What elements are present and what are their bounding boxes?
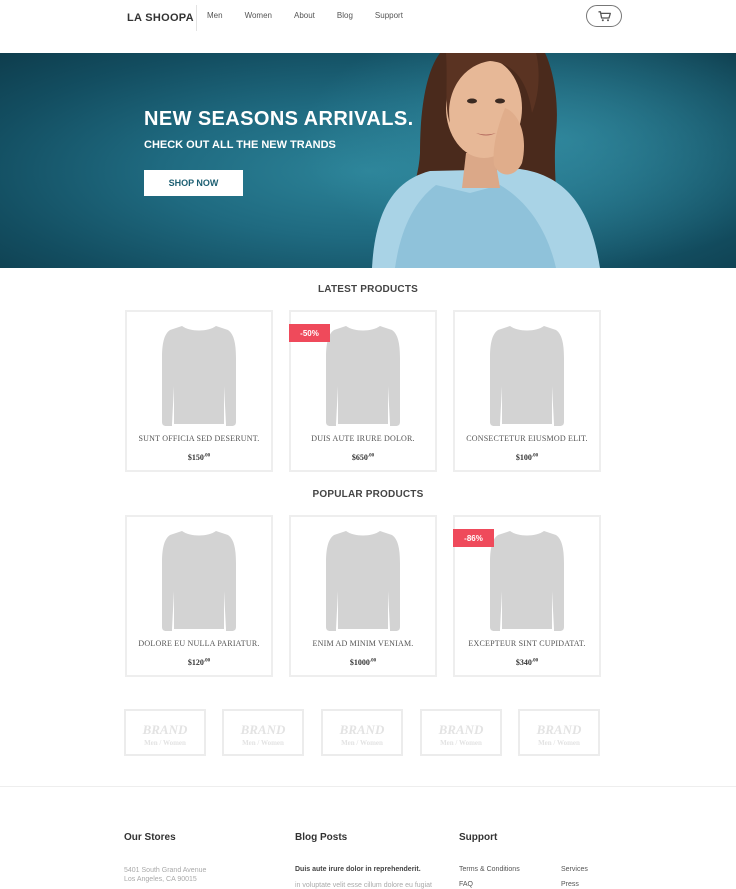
brand-tagline: Men / Women	[242, 739, 284, 747]
product-name: ENIM AD MINIM VENIAM.	[312, 639, 414, 648]
brand-logo[interactable]: BRAND Men / Women	[222, 709, 304, 756]
shirt-icon	[326, 326, 400, 426]
hero-model-image	[300, 53, 736, 268]
store-address-line2: Los Angeles, CA 90015	[124, 876, 197, 883]
product-price: $100.00	[515, 453, 539, 462]
product-price: $340.00	[515, 658, 539, 667]
logo-divider	[196, 5, 197, 31]
brand-tagline: Men / Women	[538, 739, 580, 747]
product-card[interactable]: -50% DUIS AUTE IRURE DOLOR. $650.00	[289, 310, 437, 472]
product-price: $650.00	[351, 453, 375, 462]
store-address-line1: 5401 South Grand Avenue	[124, 867, 207, 874]
brand-name: BRAND	[536, 722, 582, 737]
shop-now-button[interactable]: SHOP NOW	[144, 170, 243, 196]
product-name: DOLORE EU NULLA PARIATUR.	[138, 639, 260, 648]
support-link-press[interactable]: Press	[561, 881, 579, 888]
store-address: 5401 South Grand Avenue Los Angeles, CA …	[124, 866, 206, 884]
brand-logo[interactable]: BRAND Men / Women	[518, 709, 600, 756]
popular-products-title: POPULAR PRODUCTS	[312, 489, 424, 500]
footer-blog-title: Blog Posts	[295, 832, 348, 843]
blog-post-excerpt: in voluptate velit esse cillum dolore eu…	[295, 882, 432, 889]
product-card[interactable]: SUNT OFFICIA SED DESERUNT. $150.00	[125, 310, 273, 472]
cart-icon	[598, 10, 611, 21]
main-nav: Men Women About Blog Support	[207, 11, 425, 20]
site-logo[interactable]: LA SHOOPA	[127, 12, 194, 24]
product-name: CONSECTETUR EIUSMOD ELIT.	[466, 434, 588, 443]
brand-name: BRAND	[438, 722, 484, 737]
footer-stores-title: Our Stores	[124, 832, 176, 843]
footer-divider	[0, 786, 736, 787]
discount-badge: -86%	[453, 529, 494, 547]
brand-name: BRAND	[240, 722, 286, 737]
brand-logo[interactable]: BRAND Men / Women	[420, 709, 502, 756]
site-header: LA SHOOPA Men Women About Blog Support	[0, 0, 736, 53]
product-card[interactable]: DOLORE EU NULLA PARIATUR. $120.00	[125, 515, 273, 677]
product-name: SUNT OFFICIA SED DESERUNT.	[138, 434, 260, 443]
support-link-terms[interactable]: Terms & Conditions	[459, 866, 520, 873]
cart-button[interactable]	[586, 5, 622, 27]
product-card[interactable]: -86% EXCEPTEUR SINT CUPIDATAT. $340.00	[453, 515, 601, 677]
product-price: $1000.00	[349, 658, 377, 667]
brand-tagline: Men / Women	[341, 739, 383, 747]
support-link-faq[interactable]: FAQ	[459, 881, 473, 888]
shirt-icon	[490, 531, 564, 631]
shirt-icon	[490, 326, 564, 426]
nav-blog[interactable]: Blog	[337, 11, 353, 20]
brand-tagline: Men / Women	[144, 739, 186, 747]
nav-support[interactable]: Support	[375, 11, 403, 20]
nav-women[interactable]: Women	[245, 11, 272, 20]
blog-post-link[interactable]: Duis aute irure dolor in reprehenderit.	[295, 866, 421, 873]
nav-about[interactable]: About	[294, 11, 315, 20]
shirt-icon	[162, 326, 236, 426]
product-card[interactable]: ENIM AD MINIM VENIAM. $1000.00	[289, 515, 437, 677]
support-link-services[interactable]: Services	[561, 866, 588, 873]
nav-men[interactable]: Men	[207, 11, 223, 20]
product-name: DUIS AUTE IRURE DOLOR.	[311, 434, 415, 443]
product-price: $120.00	[187, 658, 211, 667]
brand-name: BRAND	[339, 722, 385, 737]
footer-support-title: Support	[459, 832, 498, 843]
hero-banner: NEW SEASONS ARRIVALS. CHECK OUT ALL THE …	[0, 53, 736, 268]
brand-logo[interactable]: BRAND Men / Women	[124, 709, 206, 756]
hero-subtitle: CHECK OUT ALL THE NEW TRANDS	[144, 139, 336, 151]
product-card[interactable]: CONSECTETUR EIUSMOD ELIT. $100.00	[453, 310, 601, 472]
brand-name: BRAND	[142, 722, 188, 737]
shirt-icon	[162, 531, 236, 631]
shirt-icon	[326, 531, 400, 631]
product-name: EXCEPTEUR SINT CUPIDATAT.	[468, 639, 586, 648]
product-price: $150.00	[187, 453, 211, 462]
brand-logo[interactable]: BRAND Men / Women	[321, 709, 403, 756]
hero-title: NEW SEASONS ARRIVALS.	[144, 108, 414, 130]
discount-badge: -50%	[289, 324, 330, 342]
latest-products-title: LATEST PRODUCTS	[317, 284, 419, 295]
brand-tagline: Men / Women	[440, 739, 482, 747]
